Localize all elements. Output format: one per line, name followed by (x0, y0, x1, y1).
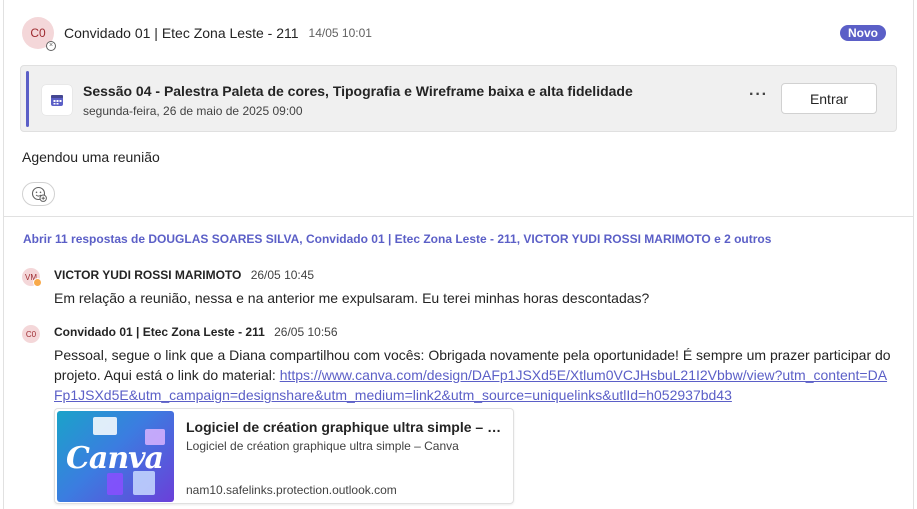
avatar[interactable]: C0 × (22, 17, 56, 51)
avatar-initials: C0 (25, 329, 37, 339)
post-header: C0 × Convidado 01 | Etec Zona Leste - 21… (22, 17, 892, 51)
post-timestamp: 14/05 10:01 (308, 26, 372, 40)
reply-timestamp: 26/05 10:45 (250, 268, 315, 282)
avatar[interactable]: C0 (22, 325, 40, 343)
avatar-initials: C0 (30, 26, 46, 40)
preview-domain: nam10.safelinks.protection.outlook.com (186, 483, 397, 497)
preview-title[interactable]: Logiciel de création graphique ultra sim… (186, 419, 504, 435)
calendar-icon (42, 85, 72, 115)
meeting-card[interactable]: Sessão 04 - Palestra Paleta de cores, Ti… (20, 65, 897, 132)
reply-item: C0 Convidado 01 | Etec Zona Leste - 211 … (22, 325, 902, 405)
new-badge: Novo (840, 25, 886, 41)
reply-header: VICTOR YUDI ROSSI MARIMOTO 26/05 10:45 (54, 268, 314, 282)
guest-status-icon: × (46, 41, 56, 51)
reply-item: VM VICTOR YUDI ROSSI MARIMOTO 26/05 10:4… (22, 268, 902, 308)
preview-thumbnail: Canva (57, 411, 174, 502)
reply-text: Pessoal, segue o link que a Diana compar… (54, 345, 894, 405)
canva-logo: Canva (66, 441, 164, 476)
presence-away-icon (33, 278, 42, 287)
preview-description: Logiciel de création graphique ultra sim… (186, 439, 459, 453)
divider (4, 216, 913, 217)
avatar[interactable]: VM (22, 268, 42, 287)
meeting-accent-bar (26, 71, 29, 127)
open-replies-link[interactable]: Abrir 11 respostas de DOUGLAS SOARES SIL… (23, 232, 771, 246)
reply-header: Convidado 01 | Etec Zona Leste - 211 26/… (54, 325, 338, 339)
more-options-button[interactable]: ··· (749, 86, 768, 104)
reply-timestamp: 26/05 10:56 (274, 325, 338, 339)
add-reaction-button[interactable] (22, 182, 55, 206)
reply-author[interactable]: Convidado 01 | Etec Zona Leste - 211 (54, 325, 265, 339)
join-button[interactable]: Entrar (781, 83, 877, 114)
reply-author[interactable]: VICTOR YUDI ROSSI MARIMOTO (54, 268, 241, 282)
reply-text: Em relação a reunião, nessa e na anterio… (54, 290, 650, 306)
link-preview-card[interactable]: Canva Logiciel de création graphique ult… (54, 408, 514, 504)
emoji-add-icon (31, 186, 47, 202)
post-author[interactable]: Convidado 01 | Etec Zona Leste - 211 (64, 25, 299, 41)
meeting-title[interactable]: Sessão 04 - Palestra Paleta de cores, Ti… (83, 83, 633, 99)
meeting-date: segunda-feira, 26 de maio de 2025 09:00 (83, 104, 303, 118)
post-body: Agendou uma reunião (22, 149, 160, 165)
